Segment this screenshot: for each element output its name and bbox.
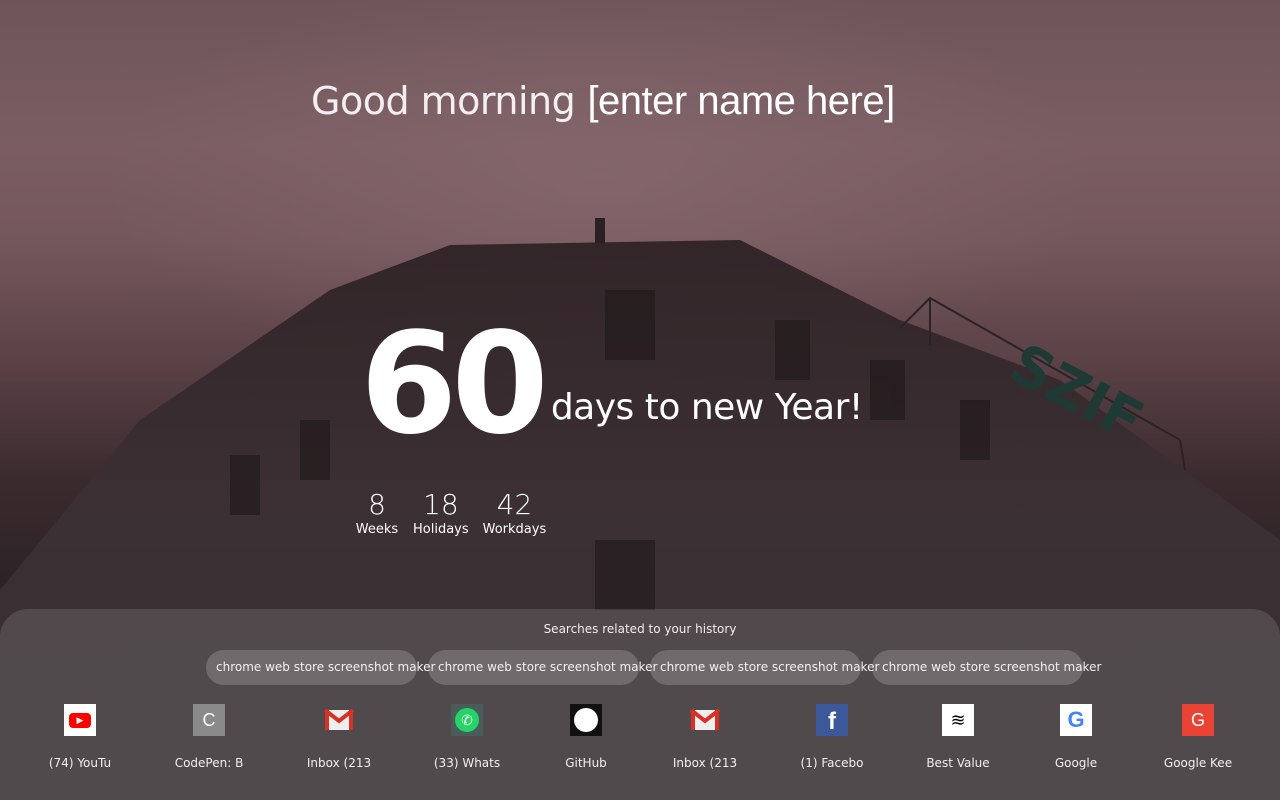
shortcut-label: CodePen: B: [174, 756, 244, 770]
search-suggestion-chip[interactable]: chrome web store screenshot maker: [872, 650, 1101, 685]
shortcut-tile[interactable]: C CodePen: B: [149, 704, 269, 770]
shortcut-label: Google: [1054, 756, 1098, 770]
shortcut-tile[interactable]: ✆ (33) Whats: [407, 704, 527, 770]
shortcut-label: Inbox (213: [672, 756, 738, 770]
gmail-icon: [323, 704, 355, 736]
search-suggestion-chip[interactable]: chrome web store screenshot maker: [206, 650, 435, 685]
stat-value: 42: [496, 488, 533, 521]
google-icon: G: [1060, 704, 1092, 736]
shortcut-tile[interactable]: G Google: [1016, 704, 1136, 770]
stat-label: Workdays: [482, 522, 547, 537]
stat-holidays: 18 Holidays: [413, 488, 469, 538]
shortcut-label: Best Value: [926, 756, 990, 770]
google-keep-letter-icon: G: [1182, 704, 1214, 736]
stat-value: 18: [423, 488, 459, 521]
searches-title: Searches related to your history: [543, 622, 737, 636]
bottom-panel: Searches related to your history chrome …: [0, 609, 1280, 800]
days-count: 60: [360, 303, 549, 466]
name-field[interactable]: [enter name here]: [587, 79, 895, 123]
shortcut-label: Inbox (213: [306, 756, 372, 770]
shortcut-label: Google Kee: [1163, 756, 1233, 770]
shortcut-tile[interactable]: ▶ (74) YouTu: [20, 704, 140, 770]
shortcut-tile[interactable]: Inbox (213: [645, 704, 765, 770]
shortcut-tile[interactable]: GitHub: [526, 704, 646, 770]
search-suggestions: chrome web store screenshot maker chrome…: [206, 650, 1101, 685]
shortcut-label: (74) YouTu: [48, 756, 112, 770]
shortcut-tile[interactable]: ≋ Best Value: [898, 704, 1018, 770]
countdown-suffix: days to new Year!: [550, 387, 864, 428]
shortcut-label: (1) Facebo: [800, 756, 864, 770]
shortcut-tile[interactable]: Inbox (213: [279, 704, 399, 770]
stat-workdays: 42 Workdays: [483, 488, 547, 538]
shortcut-tile[interactable]: f (1) Facebo: [772, 704, 892, 770]
codepen-letter-icon: C: [193, 704, 225, 736]
facebook-icon: f: [816, 704, 848, 736]
stat-value: 8: [368, 488, 386, 521]
sprint-icon: ≋: [942, 704, 974, 736]
greeting: Good morning [enter name here]: [311, 78, 895, 124]
stat-weeks: 8 Weeks: [355, 488, 399, 538]
greeting-prefix: Good morning: [311, 79, 576, 123]
stats-row: 8 Weeks 18 Holidays 42 Workdays: [355, 488, 546, 538]
github-icon: [570, 704, 602, 736]
shortcuts-row: ▶ (74) YouTu C CodePen: B Inbox (213 ✆ (33) Wh…: [0, 704, 1280, 784]
stat-label: Weeks: [355, 522, 399, 537]
countdown: 60 days to new Year!: [360, 303, 864, 466]
shortcut-label: GitHub: [565, 756, 607, 770]
search-suggestion-chip[interactable]: chrome web store screenshot maker: [650, 650, 879, 685]
search-suggestion-chip[interactable]: chrome web store screenshot maker: [428, 650, 657, 685]
gmail-icon: [689, 704, 721, 736]
whatsapp-icon: ✆: [451, 704, 483, 736]
youtube-icon: ▶: [64, 704, 96, 736]
shortcut-tile[interactable]: G Google Kee: [1138, 704, 1258, 770]
stat-label: Holidays: [413, 522, 469, 537]
shortcut-label: (33) Whats: [433, 756, 501, 770]
